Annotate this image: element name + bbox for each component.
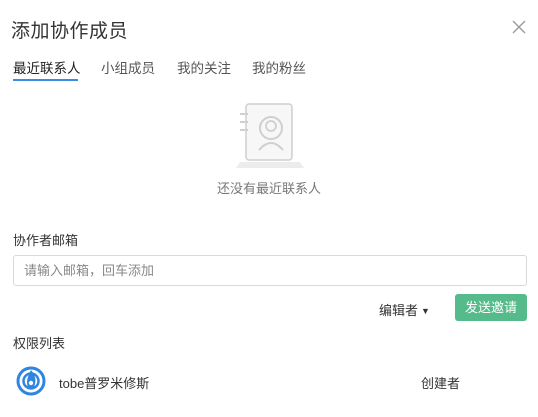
member-row: tobe普罗米修斯 创建者 (13, 364, 527, 398)
member-name: tobe普罗米修斯 (59, 376, 150, 391)
close-icon (512, 20, 526, 34)
active-tab-indicator (13, 79, 78, 81)
tab-my-following[interactable]: 我的关注 (177, 57, 231, 77)
member-role: 创建者 (421, 376, 461, 391)
tab-group-members[interactable]: 小组成员 (101, 57, 155, 77)
add-collaborator-dialog: 添加协作成员 最近联系人 小组成员 我的关注 我的粉丝 还没有最近联系人 协作者… (0, 0, 538, 417)
email-input[interactable] (13, 255, 527, 286)
email-section-label: 协作者邮箱 (13, 233, 79, 248)
dialog-title: 添加协作成员 (11, 21, 129, 42)
tab-my-fans[interactable]: 我的粉丝 (252, 57, 306, 77)
empty-state-illustration (234, 100, 306, 170)
permissions-list-label: 权限列表 (13, 336, 66, 351)
close-button[interactable] (512, 20, 526, 34)
contact-card-icon (236, 103, 304, 168)
user-avatar-icon (16, 366, 46, 396)
tab-recent-contacts[interactable]: 最近联系人 (13, 57, 81, 77)
role-select-value: 编辑者 (379, 303, 419, 318)
caret-down-icon: ▼ (421, 306, 430, 316)
role-select[interactable]: 编辑者 ▼ (379, 300, 430, 319)
empty-state-text: 还没有最近联系人 (216, 181, 321, 196)
send-invite-button[interactable]: 发送邀请 (455, 294, 527, 321)
